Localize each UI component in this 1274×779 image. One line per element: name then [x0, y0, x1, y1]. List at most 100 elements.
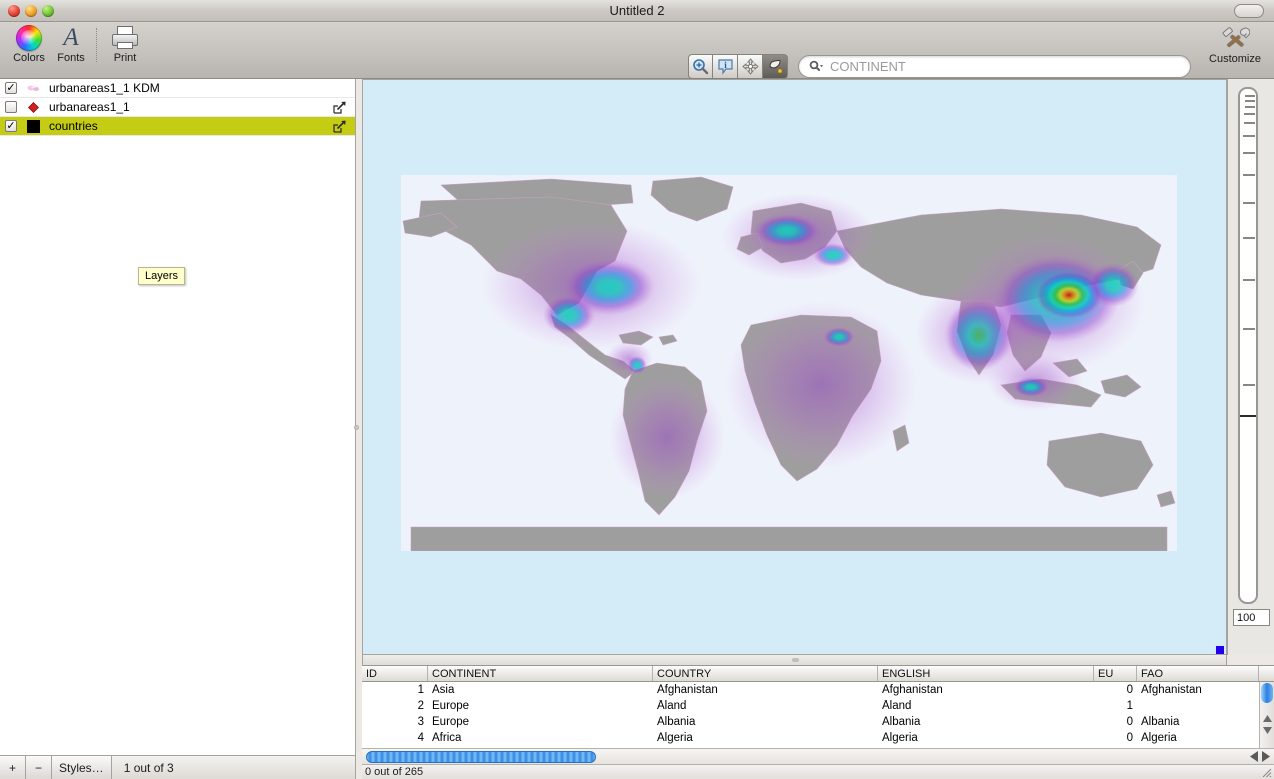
layers-tooltip: Layers — [138, 267, 185, 285]
pan-tool-button[interactable] — [738, 54, 763, 79]
print-toolbar-button[interactable]: Print — [98, 25, 152, 64]
column-header-country[interactable]: COUNTRY — [653, 666, 878, 681]
layers-panel: ✓ urbanareas1_1 KDM urbanareas1_1 — [0, 79, 356, 755]
table-selection-count: 0 out of 265 — [365, 766, 423, 778]
add-layer-button[interactable]: + — [0, 756, 26, 779]
cell-country: Albania — [653, 716, 878, 728]
table-row[interactable]: 1 Asia Afghanistan Afghanistan 0 Afghani… — [362, 682, 1274, 698]
scroll-left-arrow-icon[interactable] — [1250, 751, 1258, 762]
layer-export-icon[interactable] — [333, 101, 346, 114]
table-vertical-scrollbar[interactable] — [1259, 682, 1274, 748]
cell-continent: Europe — [428, 700, 653, 712]
column-header-eu[interactable]: EU — [1094, 666, 1137, 681]
table-body: 1 Asia Afghanistan Afghanistan 0 Afghani… — [362, 682, 1274, 748]
zoom-slider-thumb[interactable] — [1240, 415, 1256, 417]
world-map-canvas — [401, 175, 1177, 551]
cell-country: Afghanistan — [653, 684, 878, 696]
scroll-down-arrow-icon[interactable] — [1263, 727, 1272, 734]
printer-icon — [110, 25, 140, 51]
pan-arrows-icon — [742, 58, 759, 75]
cell-english: Afghanistan — [878, 684, 1094, 696]
layer-visibility-checkbox[interactable] — [5, 101, 17, 113]
zoom-value-field[interactable]: 100 — [1233, 609, 1270, 626]
remove-layer-button[interactable]: − — [26, 756, 52, 779]
map-resize-grip[interactable] — [792, 658, 799, 662]
table-row[interactable]: 2 Europe Åland Åland 1 — [362, 698, 1274, 714]
info-tool-button[interactable]: i — [713, 54, 738, 79]
scroll-right-arrow-icon[interactable] — [1262, 751, 1270, 762]
table-horizontal-scrollbar[interactable] — [362, 748, 1274, 765]
layer-name: countries — [49, 119, 98, 133]
zoom-magnifier-icon — [692, 58, 709, 75]
window-title: Untitled 2 — [0, 3, 1274, 18]
filter-countries-search-field[interactable]: CONTINENT — [798, 55, 1191, 78]
kdm-gradient-swatch — [27, 82, 40, 95]
font-a-icon: A — [63, 25, 78, 51]
info-bubble-icon: i — [717, 58, 734, 75]
styles-button[interactable]: Styles… — [52, 756, 112, 779]
cell-continent: Asia — [428, 684, 653, 696]
layer-row[interactable]: urbanareas1_1 — [0, 98, 355, 117]
layer-name: urbanareas1_1 — [49, 100, 130, 114]
cell-fao: Algeria — [1137, 732, 1259, 744]
table-status-bar: 0 out of 265 — [362, 765, 1274, 779]
map-view[interactable] — [362, 79, 1227, 655]
color-wheel-icon — [16, 25, 42, 51]
search-icon — [809, 60, 823, 73]
hscroll-arrows — [1250, 751, 1270, 762]
main-toolbar: Colors A Fonts Print i — [0, 22, 1274, 79]
fonts-label: Fonts — [57, 52, 85, 64]
cell-id: 3 — [362, 716, 428, 728]
customize-label: Customize — [1209, 53, 1261, 65]
window-resize-grip[interactable] — [1260, 766, 1272, 778]
column-header-fao[interactable]: FAO — [1137, 666, 1259, 681]
zoom-tool-button[interactable] — [688, 54, 713, 79]
cell-eu: 0 — [1094, 716, 1137, 728]
map-tools-group: i — [688, 54, 788, 79]
table-vscroll-thumb[interactable] — [1261, 683, 1273, 703]
cell-eu: 1 — [1094, 700, 1137, 712]
table-row[interactable]: 3 Europe Albania Albania 0 Albania — [362, 714, 1274, 730]
cell-country: Algeria — [653, 732, 878, 744]
table-hscroll-thumb[interactable] — [366, 751, 596, 763]
scroll-up-arrow-icon[interactable] — [1263, 715, 1272, 722]
zoom-slider-track[interactable] — [1238, 87, 1258, 604]
cell-fao: Afghanistan — [1137, 684, 1259, 696]
layer-visibility-checkbox[interactable]: ✓ — [5, 120, 17, 132]
cell-english: Albania — [878, 716, 1094, 728]
layer-export-icon[interactable] — [333, 120, 346, 133]
cell-english: Algeria — [878, 732, 1094, 744]
toolbar-separator — [96, 28, 97, 62]
cell-id: 1 — [362, 684, 428, 696]
select-tool-button[interactable] — [763, 54, 788, 79]
layer-visibility-checkbox[interactable]: ✓ — [5, 82, 17, 94]
cell-english: Åland — [878, 700, 1094, 712]
column-header-continent[interactable]: CONTINENT — [428, 666, 653, 681]
red-diamond-swatch — [27, 101, 40, 114]
panel-splitter[interactable] — [350, 79, 362, 755]
table-header-row: ID CONTINENT COUNTRY ENGLISH EU FAO — [362, 665, 1274, 682]
attribute-table: ID CONTINENT COUNTRY ENGLISH EU FAO 1 As… — [362, 665, 1274, 779]
column-header-english[interactable]: ENGLISH — [878, 666, 1094, 681]
layers-status-bar: + − Styles… 1 out of 3 — [0, 755, 356, 779]
black-square-swatch — [27, 120, 40, 133]
layer-row[interactable]: ✓ countries — [0, 117, 355, 136]
table-row[interactable]: 4 Africa Algeria Algeria 0 Algeria — [362, 730, 1274, 746]
fonts-toolbar-button[interactable]: A Fonts — [44, 25, 98, 64]
cell-eu: 0 — [1094, 732, 1137, 744]
layers-count-label: 1 out of 3 — [124, 761, 174, 775]
layer-row[interactable]: ✓ urbanareas1_1 KDM — [0, 79, 355, 98]
cell-continent: Africa — [428, 732, 653, 744]
window-titlebar: Untitled 2 — [0, 0, 1274, 22]
toolbar-toggle-button[interactable] — [1234, 4, 1264, 18]
customize-toolbar-button[interactable]: Customize — [1208, 26, 1262, 65]
zoom-slider-panel: 100 — [1227, 79, 1274, 655]
cell-fao: Albania — [1137, 716, 1259, 728]
selection-anchor-marker[interactable] — [1216, 646, 1224, 654]
cell-id: 2 — [362, 700, 428, 712]
column-header-id[interactable]: ID — [362, 666, 428, 681]
map-resize-bar[interactable] — [362, 655, 1227, 665]
splitter-grip[interactable] — [354, 425, 359, 430]
search-placeholder-text: CONTINENT — [830, 59, 906, 74]
colors-label: Colors — [13, 52, 45, 64]
